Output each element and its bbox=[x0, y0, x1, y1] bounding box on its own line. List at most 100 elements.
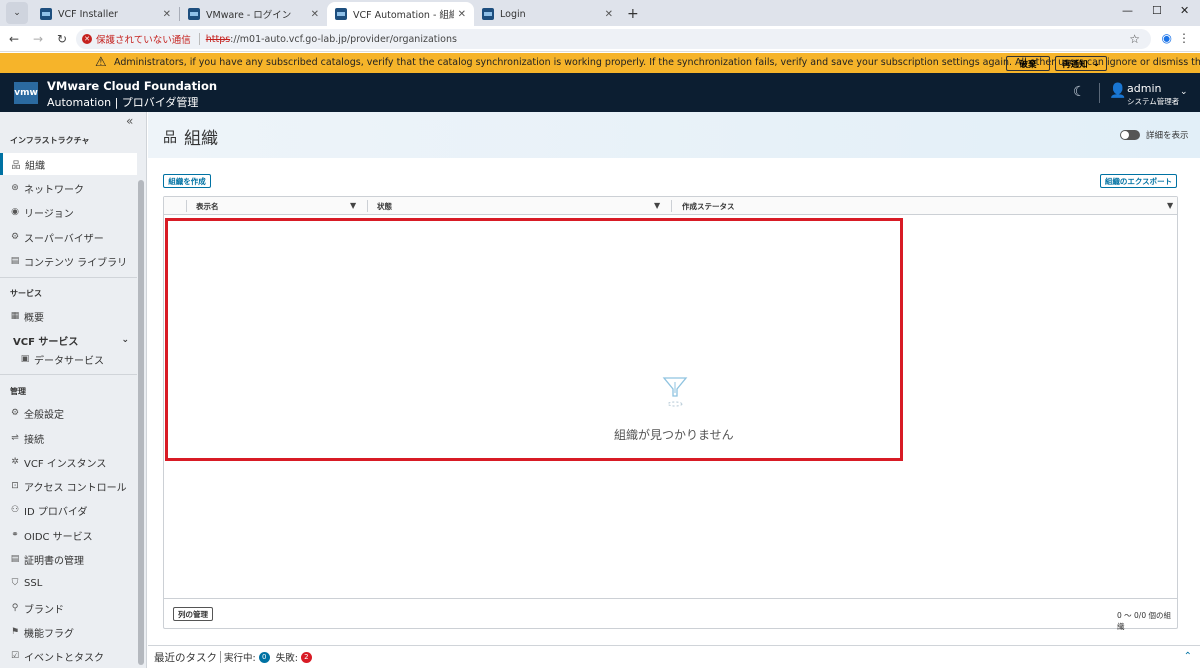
sidebar-item-label: 接続 bbox=[24, 434, 44, 446]
dismiss-button[interactable]: 破棄 bbox=[1006, 56, 1050, 71]
column-divider bbox=[671, 200, 672, 212]
item-count: 0 ～ 0/0 個の組織 bbox=[1117, 611, 1171, 631]
sidebar-item-id-provider[interactable]: ⚇ ID プロバイダ bbox=[0, 499, 137, 521]
recent-tasks-bar: 最近のタスク 実行中: 0 失敗: 2 ⌃ bbox=[148, 645, 1200, 668]
close-icon[interactable]: ✕ bbox=[311, 9, 319, 20]
sidebar-item-feature-flags[interactable]: ⚑ 機能フラグ bbox=[0, 621, 137, 643]
column-divider bbox=[367, 200, 368, 212]
reload-icon[interactable]: ↻ bbox=[50, 32, 74, 46]
user-name[interactable]: admin bbox=[1127, 82, 1161, 95]
recent-tasks-title[interactable]: 最近のタスク bbox=[154, 650, 217, 665]
section-services: サービス bbox=[10, 289, 42, 298]
column-header-display-name[interactable]: 表示名 bbox=[196, 197, 219, 215]
export-organizations-button[interactable]: 組織のエクスポート bbox=[1100, 174, 1177, 188]
filter-icon[interactable]: ▼ bbox=[1167, 201, 1173, 210]
browser-tab-active[interactable]: VCF Automation - 組織 ✕ bbox=[327, 2, 474, 26]
supervisor-icon: ⚙ bbox=[10, 232, 20, 242]
sidebar-item-ssl[interactable]: ⛉ SSL bbox=[0, 572, 137, 594]
tab-label: VMware - ログイン bbox=[206, 10, 292, 21]
create-organization-button[interactable]: 組織を作成 bbox=[163, 174, 211, 188]
profile-icon[interactable]: ◉ bbox=[1162, 31, 1172, 45]
close-icon[interactable]: ✕ bbox=[458, 9, 466, 20]
show-details-toggle[interactable] bbox=[1120, 130, 1140, 140]
running-label: 実行中: bbox=[224, 653, 256, 664]
region-icon: ◉ bbox=[11, 207, 19, 217]
url-omnibox[interactable]: ✕ 保護されていない通信 https ://m01-auto.vcf.go-la… bbox=[76, 29, 1151, 49]
sidebar-item-overview[interactable]: ▦ 概要 bbox=[0, 305, 137, 327]
sidebar-item-region[interactable]: ◉ リージョン bbox=[0, 201, 137, 223]
sidebar-item-label: コンテンツ ライブラリ bbox=[24, 257, 128, 269]
grid-header: 表示名 ▼ 状態 ▼ 作成ステータス ▼ bbox=[164, 197, 1177, 215]
browser-tab[interactable]: VMware - ログイン ✕ bbox=[180, 2, 327, 26]
browser-tab[interactable]: VCF Installer ✕ bbox=[32, 2, 179, 26]
bookmark-star-icon[interactable]: ☆ bbox=[1129, 32, 1140, 46]
grid-footer: 列の管理 0 ～ 0/0 個の組織 bbox=[164, 598, 1177, 631]
expand-up-icon[interactable]: ⌃ bbox=[1184, 651, 1192, 662]
close-icon[interactable]: ✕ bbox=[163, 9, 171, 20]
tab-search-icon[interactable]: ⌄ bbox=[6, 2, 28, 24]
sidebar-scrollbar[interactable] bbox=[138, 180, 144, 665]
security-label: 保護されていない通信 bbox=[96, 35, 191, 46]
catalog-sync-banner: ⚠ Administrators, if you have any subscr… bbox=[0, 53, 1200, 73]
remind-button[interactable]: 再通知 ⌄ bbox=[1055, 56, 1107, 71]
filter-icon[interactable]: ▼ bbox=[654, 201, 660, 210]
sidebar-item-certificates[interactable]: ▤ 証明書の管理 bbox=[0, 548, 137, 570]
app-header: vmw VMware Cloud Foundation Automation |… bbox=[0, 73, 1200, 112]
sidebar-item-label: VCF サービス bbox=[13, 336, 79, 348]
running-count-badge[interactable]: 0 bbox=[258, 651, 270, 663]
sidebar-item-vcf-instance[interactable]: ✲ VCF インスタンス bbox=[0, 451, 137, 473]
column-header-creation-status[interactable]: 作成ステータス bbox=[682, 197, 735, 215]
sidebar-item-label: VCF インスタンス bbox=[24, 458, 107, 470]
column-header-status[interactable]: 状態 bbox=[377, 197, 392, 215]
sidebar-item-label: スーパーバイザー bbox=[24, 233, 104, 245]
user-icon[interactable]: 👤 bbox=[1109, 83, 1126, 99]
failed-label: 失敗: bbox=[275, 653, 298, 664]
vmware-favicon-icon bbox=[482, 8, 494, 20]
sidebar-item-content-library[interactable]: ▤ コンテンツ ライブラリ bbox=[0, 250, 137, 272]
maximize-icon[interactable]: ☐ bbox=[1152, 4, 1162, 17]
window-close-icon[interactable]: ✕ bbox=[1180, 4, 1189, 17]
brand-icon: ⚲ bbox=[11, 603, 19, 613]
close-icon[interactable]: ✕ bbox=[605, 9, 613, 20]
vcf-instance-icon: ✲ bbox=[11, 457, 19, 467]
manage-columns-button[interactable]: 列の管理 bbox=[173, 607, 213, 621]
url-divider bbox=[198, 33, 200, 45]
sidebar-item-brand[interactable]: ⚲ ブランド bbox=[0, 597, 137, 619]
org-icon: 品 bbox=[163, 130, 177, 146]
new-tab-icon[interactable]: + bbox=[627, 6, 639, 22]
taskbar-divider bbox=[220, 651, 221, 663]
tab-label: VCF Automation - 組織 bbox=[353, 10, 454, 21]
failed-count-badge[interactable]: 2 bbox=[300, 651, 312, 663]
security-warning[interactable]: ✕ 保護されていない通信 bbox=[82, 32, 191, 46]
back-icon[interactable]: ← bbox=[2, 32, 26, 46]
sidebar-item-events-tasks[interactable]: ☑ イベントとタスク bbox=[0, 645, 137, 667]
browser-tab-strip: ⌄ VCF Installer ✕ VMware - ログイン ✕ VCF Au… bbox=[0, 0, 1200, 26]
sidebar-item-network[interactable]: ⊛ ネットワーク bbox=[0, 177, 137, 199]
connection-icon: ⇌ bbox=[11, 433, 19, 443]
filter-icon[interactable]: ▼ bbox=[350, 201, 356, 210]
sidebar-item-oidc[interactable]: ⚭ OIDC サービス bbox=[0, 524, 137, 546]
dark-mode-icon[interactable]: ☾ bbox=[1073, 84, 1086, 100]
sidebar-nav: « インフラストラクチャ 品 組織 ⊛ ネットワーク ◉ リージョン ⚙ スーパ… bbox=[0, 112, 147, 668]
forward-icon[interactable]: → bbox=[26, 32, 50, 46]
collapse-sidebar-icon[interactable]: « bbox=[126, 114, 133, 128]
chevron-down-icon[interactable]: ⌄ bbox=[1180, 87, 1188, 97]
warning-triangle-icon: ⚠ bbox=[95, 55, 107, 70]
sidebar-item-access-control[interactable]: ⊡ アクセス コントロール bbox=[0, 475, 137, 497]
sidebar-item-general-settings[interactable]: ⚙ 全般設定 bbox=[0, 402, 137, 424]
id-provider-icon: ⚇ bbox=[10, 505, 20, 515]
sidebar-divider bbox=[0, 374, 137, 375]
minimize-icon[interactable]: — bbox=[1122, 4, 1133, 17]
more-menu-icon[interactable]: ⋮ bbox=[1178, 31, 1190, 45]
sidebar-item-connection[interactable]: ⇌ 接続 bbox=[0, 427, 137, 449]
flag-icon: ⚑ bbox=[10, 627, 20, 637]
empty-state-highlight bbox=[165, 218, 903, 461]
sidebar-item-data-service[interactable]: ▣ データサービス bbox=[0, 348, 137, 370]
main-content: 品 組織 詳細を表示 組織を作成 組織のエクスポート 表示名 ▼ 状態 ▼ 作成… bbox=[148, 112, 1200, 644]
sidebar-item-organizations[interactable]: 品 組織 bbox=[0, 153, 137, 175]
page-header: 品 組織 詳細を表示 bbox=[148, 112, 1200, 158]
tab-label: VCF Installer bbox=[58, 8, 118, 20]
product-subtitle: Automation | プロバイダ管理 bbox=[47, 96, 199, 109]
sidebar-item-supervisor[interactable]: ⚙ スーパーバイザー bbox=[0, 226, 137, 248]
browser-tab[interactable]: Login ✕ bbox=[474, 2, 621, 26]
